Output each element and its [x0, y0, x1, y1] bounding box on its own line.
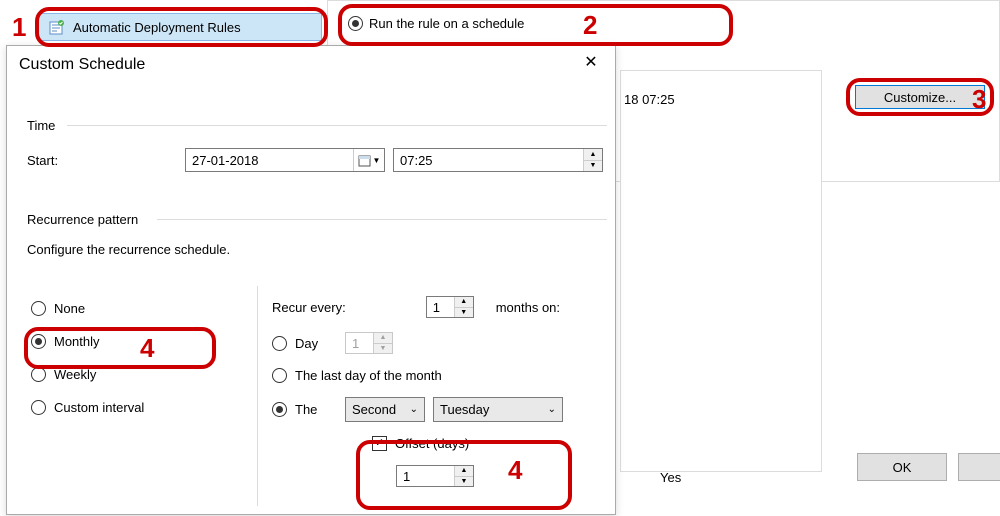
calendar-dropdown-icon[interactable]: ▼	[353, 149, 384, 171]
time-section-label: Time	[27, 118, 55, 133]
radio-icon	[31, 334, 46, 349]
radio-label: Day	[295, 336, 337, 351]
ordinal-value: Second	[352, 402, 404, 417]
radio-icon	[31, 400, 46, 415]
spinner: ▲▼	[373, 333, 392, 353]
radio-day[interactable]: Day 1 ▲▼	[272, 332, 602, 354]
radio-icon	[272, 336, 287, 351]
close-button[interactable]: ✕	[573, 50, 609, 74]
radio-the-ordinal[interactable]: The Second ⌄ Tuesday ⌄	[272, 397, 602, 422]
section-divider	[157, 219, 607, 220]
annotation-number: 1	[12, 12, 26, 43]
radio-custom-interval[interactable]: Custom interval	[31, 400, 144, 415]
radio-weekly[interactable]: Weekly	[31, 367, 144, 382]
section-divider	[67, 125, 607, 126]
adr-icon	[49, 19, 65, 35]
offset-label: Offset (days)	[395, 436, 469, 451]
radio-run-on-schedule[interactable]: Run the rule on a schedule	[348, 16, 524, 31]
recurrence-mode-group: None Monthly Weekly Custom interval	[31, 301, 144, 415]
radio-label: The last day of the month	[295, 368, 442, 383]
customize-button[interactable]: Customize...	[855, 85, 985, 109]
recurrence-hint: Configure the recurrence schedule.	[27, 242, 230, 257]
offset-value-row: 1 ▲▼	[396, 465, 602, 487]
radio-label: Custom interval	[54, 400, 144, 415]
recurrence-section-label: Recurrence pattern	[27, 212, 138, 227]
radio-icon	[272, 368, 287, 383]
radio-label: Run the rule on a schedule	[369, 16, 524, 31]
start-time-field[interactable]: 07:25 ▲ ▼	[393, 148, 603, 172]
chevron-down-icon: ⌄	[410, 404, 418, 415]
day-number-field: 1 ▲▼	[345, 332, 393, 354]
radio-icon	[348, 16, 363, 31]
radio-last-day[interactable]: The last day of the month	[272, 368, 602, 383]
recur-every-value: 1	[427, 300, 454, 315]
custom-schedule-dialog: Custom Schedule ✕ Time Start: 27-01-2018…	[6, 45, 616, 515]
dialog-title: Custom Schedule	[19, 56, 145, 74]
radio-label: The	[295, 402, 337, 417]
recur-every-label: Recur every:	[272, 300, 346, 315]
wizard-side-panel	[620, 70, 822, 472]
sidebar-item-label: Automatic Deployment Rules	[73, 20, 241, 35]
chevron-down-icon[interactable]: ▼	[584, 161, 602, 172]
radio-monthly[interactable]: Monthly	[31, 334, 144, 349]
cancel-button-edge[interactable]	[958, 453, 1000, 481]
day-number-value: 1	[346, 336, 373, 351]
chevron-down-icon: ⌄	[548, 404, 556, 415]
ok-button[interactable]: OK	[857, 453, 947, 481]
ok-button-label: OK	[893, 460, 912, 475]
spinner[interactable]: ▲▼	[454, 297, 473, 317]
close-icon: ✕	[584, 52, 597, 72]
start-row: Start: 27-01-2018 ▼ 07:25 ▲ ▼	[27, 148, 603, 172]
start-date-field[interactable]: 27-01-2018 ▼	[185, 148, 385, 172]
offset-days-field[interactable]: 1 ▲▼	[396, 465, 474, 487]
radio-none[interactable]: None	[31, 301, 144, 316]
offset-row: ✓ Offset (days)	[372, 436, 602, 451]
time-spinner[interactable]: ▲ ▼	[583, 149, 602, 171]
recur-every-field[interactable]: 1 ▲▼	[426, 296, 474, 318]
customize-button-label: Customize...	[884, 90, 956, 105]
radio-label: None	[54, 301, 85, 316]
months-on-label: months on:	[496, 300, 560, 315]
radio-icon	[272, 402, 287, 417]
radio-icon	[31, 367, 46, 382]
ordinal-select[interactable]: Second ⌄	[345, 397, 425, 422]
weekday-select[interactable]: Tuesday ⌄	[433, 397, 563, 422]
recurrence-detail-group: Recur every: 1 ▲▼ months on: Day 1 ▲▼ Th…	[272, 296, 602, 501]
start-date-value: 27-01-2018	[186, 153, 353, 168]
start-time-value: 07:25	[394, 153, 583, 168]
offset-days-value: 1	[397, 469, 454, 484]
radio-label: Monthly	[54, 334, 100, 349]
schedule-preview-text: 18 07:25	[624, 92, 675, 107]
vertical-divider	[257, 286, 258, 506]
radio-label: Weekly	[54, 367, 96, 382]
spinner[interactable]: ▲▼	[454, 466, 473, 486]
offset-checkbox[interactable]: ✓	[372, 436, 387, 451]
recur-every-row: Recur every: 1 ▲▼ months on:	[272, 296, 602, 318]
radio-icon	[31, 301, 46, 316]
chevron-up-icon[interactable]: ▲	[584, 149, 602, 161]
sidebar-item-adr[interactable]: Automatic Deployment Rules	[38, 13, 322, 41]
yes-text: Yes	[660, 470, 681, 485]
weekday-value: Tuesday	[440, 402, 542, 417]
start-label: Start:	[27, 153, 177, 168]
